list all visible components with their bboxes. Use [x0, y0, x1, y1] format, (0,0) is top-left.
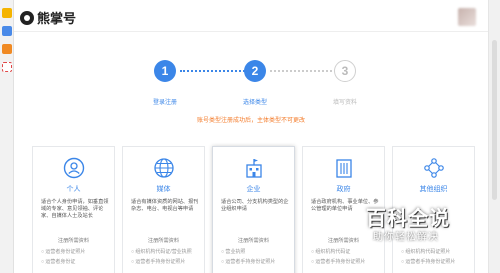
step-2-circle: 2: [244, 60, 266, 82]
step-3-label: 填写资料: [332, 100, 357, 106]
logo-text: 熊掌号: [37, 11, 77, 26]
card-requirement: ○ 运营者手持身份证照片: [131, 259, 186, 265]
registration-steps: 1 2 3 登录注册 选择类型 填写资料: [14, 55, 488, 115]
watermark-title: 百科全说: [366, 208, 450, 230]
card-requirement: ○ 组织机构代码证照片: [401, 249, 451, 255]
card-requirement: ○ 运营者手持身份证照片: [221, 259, 276, 265]
left-toolbar: [0, 0, 14, 273]
avatar[interactable]: [458, 8, 476, 26]
card-title: 个人: [66, 186, 81, 193]
watermark-subtitle: 助你轻松解决: [373, 232, 439, 243]
step-connector: [270, 70, 336, 72]
calendar-icon[interactable]: [2, 26, 12, 36]
type-notice: 账号类型注册成功后，主体类型不可更改: [196, 118, 305, 124]
logo[interactable]: 熊掌号: [20, 8, 76, 27]
watermark: 百科全说 助你轻松解决: [366, 202, 472, 243]
card-requirement: ○ 营业执照: [221, 249, 246, 255]
card-title: 政府: [336, 186, 351, 193]
step-3-circle: 3: [334, 60, 356, 82]
person-icon: [63, 157, 85, 179]
top-header: 熊掌号: [14, 0, 488, 32]
card-personal[interactable]: 个人 适合个人身份申请，如垂直领域的专家、意见领袖、评论家、自媒体人士及站长 注…: [32, 146, 115, 273]
card-requirement: ○ 运营者身份证照片: [41, 249, 86, 255]
card-title: 其他组织: [419, 186, 448, 193]
card-enterprise[interactable]: 企业 适合公司、分支机构类型的企业组织申请 注册所需资料 ○ 营业执照 ○ 运营…: [212, 146, 295, 273]
card-requirement: ○ 运营者身份证: [41, 259, 76, 265]
building-icon: [246, 159, 262, 178]
step-2-label: 选择类型: [242, 100, 267, 106]
card-requirements-heading: 注册所需资料: [237, 238, 270, 244]
step-1-label: 登录注册: [152, 100, 177, 106]
card-description: 适合个人身份申请，如垂直领域的专家、意见领袖、评论家、自媒体人士及站长: [41, 199, 109, 220]
card-description: 适合有媒体资质的网站、报刊杂志、电台、电视台等申请: [131, 199, 199, 213]
star-icon[interactable]: [2, 8, 12, 18]
step-1-circle: 1: [154, 60, 176, 82]
paw-icon: [20, 10, 34, 25]
step-connector: [180, 70, 248, 72]
globe-icon: [154, 158, 174, 178]
network-icon: [424, 158, 444, 178]
card-media[interactable]: 媒体 适合有媒体资质的网站、报刊杂志、电台、电视台等申请 注册所需资料 ○ 组织…: [122, 146, 205, 273]
card-title: 媒体: [156, 186, 171, 193]
settings-icon[interactable]: [2, 62, 12, 72]
card-description: 适合公司、分支机构类型的企业组织申请: [221, 199, 289, 213]
card-requirements-heading: 注册所需资料: [147, 238, 180, 244]
card-requirement: ○ 组织机构代码证/营业执照: [131, 249, 192, 255]
card-requirement: ○ 运营者手持身份证照片: [401, 259, 456, 265]
home-icon[interactable]: [2, 44, 12, 54]
government-building-icon: [336, 159, 352, 178]
card-requirement: ○ 组织机构代码证: [311, 249, 351, 255]
card-requirements-heading: 注册所需资料: [57, 238, 90, 244]
scrollbar[interactable]: [488, 0, 500, 273]
card-requirement: ○ 运营者手持身份证照片: [311, 259, 366, 265]
card-title: 企业: [246, 186, 261, 193]
